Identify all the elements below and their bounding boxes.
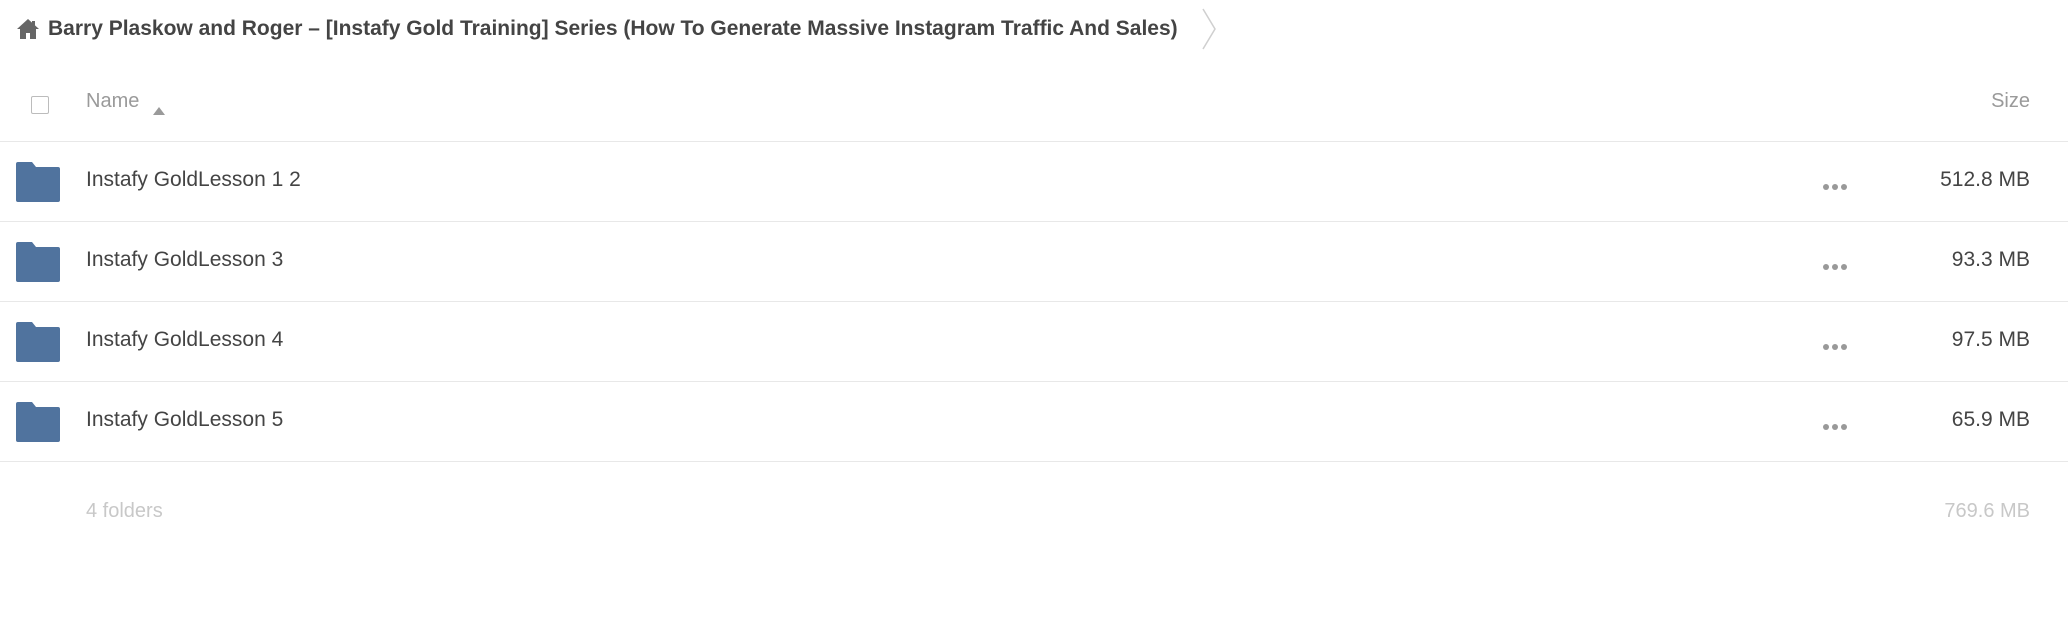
row-name[interactable]: Instafy GoldLesson 4 <box>86 328 283 352</box>
chevron-right-icon <box>1202 7 1216 51</box>
row-size: 65.9 MB <box>1951 408 2030 431</box>
home-icon[interactable] <box>16 17 40 41</box>
breadcrumb-folder-title[interactable]: Barry Plaskow and Roger – [Instafy Gold … <box>48 17 1178 41</box>
more-options-icon[interactable] <box>1822 178 1848 190</box>
more-options-icon[interactable] <box>1822 418 1848 430</box>
breadcrumb: Barry Plaskow and Roger – [Instafy Gold … <box>16 0 1216 58</box>
table-row[interactable]: Instafy GoldLesson 4 97.5 MB <box>0 302 2068 382</box>
more-options-icon[interactable] <box>1822 338 1848 350</box>
folder-icon <box>16 242 60 282</box>
total-size: 769.6 MB <box>1944 500 2030 522</box>
column-header-name-label: Name <box>86 90 140 112</box>
column-header-size[interactable]: Size <box>1930 90 2030 113</box>
more-options-icon[interactable] <box>1822 258 1848 270</box>
select-all-checkbox[interactable] <box>31 96 49 114</box>
table-row[interactable]: Instafy GoldLesson 3 93.3 MB <box>0 222 2068 302</box>
folder-icon <box>16 162 60 202</box>
row-size: 512.8 MB <box>1940 168 2030 191</box>
column-header-name[interactable]: Name <box>86 90 166 115</box>
folder-count: 4 folders <box>86 500 163 522</box>
table-row[interactable]: Instafy GoldLesson 1 2 512.8 MB <box>0 142 2068 222</box>
row-name[interactable]: Instafy GoldLesson 1 2 <box>86 168 301 192</box>
row-name[interactable]: Instafy GoldLesson 5 <box>86 408 283 432</box>
row-size: 93.3 MB <box>1951 248 2030 271</box>
sort-ascending-icon <box>153 98 166 115</box>
row-name[interactable]: Instafy GoldLesson 3 <box>86 248 283 272</box>
folder-icon <box>16 322 60 362</box>
folder-icon <box>16 402 60 442</box>
table-row[interactable]: Instafy GoldLesson 5 65.9 MB <box>0 382 2068 462</box>
row-size: 97.5 MB <box>1951 328 2030 351</box>
list-header: Name Size <box>0 72 2068 142</box>
